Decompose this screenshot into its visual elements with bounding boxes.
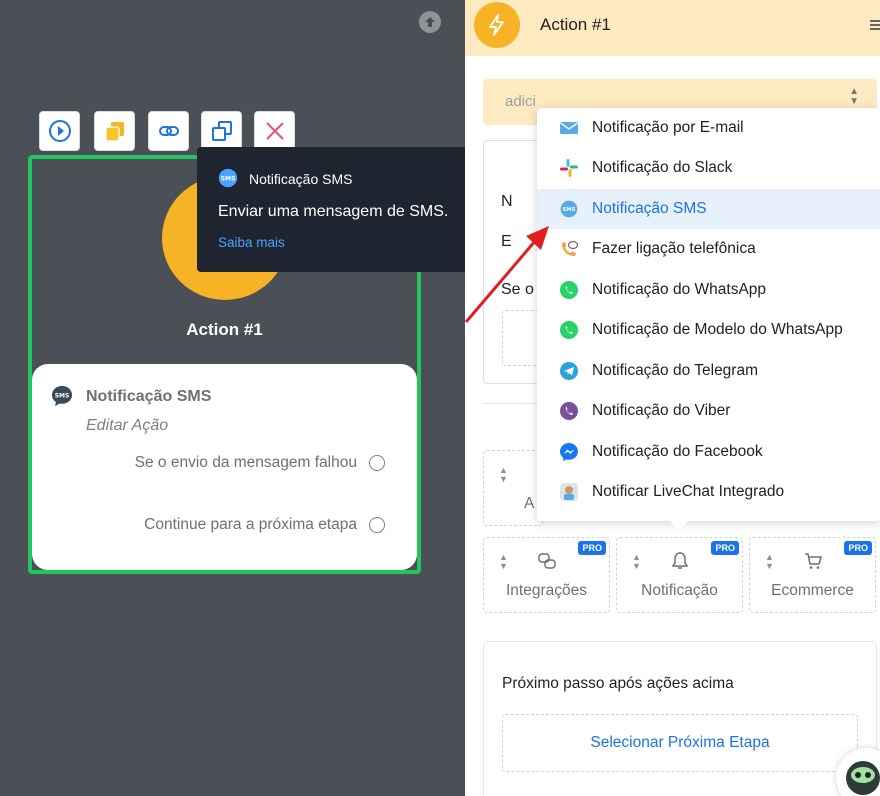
panel-title: Action #1 xyxy=(540,15,611,34)
dropdown-item-whatsapp[interactable]: Notificação do WhatsApp xyxy=(537,270,880,310)
dropdown-item-label: Notificação por E-mail xyxy=(592,119,744,136)
card-title: Notificação SMS xyxy=(86,388,212,405)
action-tile[interactable]: ▲ ▼ A xyxy=(483,450,543,526)
edit-action-link[interactable]: Editar Ação xyxy=(86,417,168,435)
telegram-icon xyxy=(559,361,579,381)
drag-handle-icon[interactable]: ▲ ▼ xyxy=(499,553,508,571)
viber-icon xyxy=(559,401,579,421)
dropdown-item-telegram[interactable]: Notificação do Telegram xyxy=(537,351,880,391)
failure-connector[interactable] xyxy=(369,455,385,471)
integrations-tile[interactable]: ▲ ▼ PRO Integrações xyxy=(483,537,610,613)
select-next-step-button[interactable]: Selecionar Próxima Etapa xyxy=(502,714,858,772)
close-icon xyxy=(265,122,284,140)
hidden-text: N xyxy=(501,193,513,210)
dropdown-item-label: Notificar LiveChat Integrado xyxy=(592,483,785,500)
flow-canvas[interactable]: Action #1 SMS Notificação SMS Editar Açã… xyxy=(0,0,523,796)
divider xyxy=(483,403,543,404)
livechat-icon xyxy=(559,482,579,502)
lightning-icon xyxy=(474,2,520,48)
action-card[interactable]: SMS Notificação SMS Editar Ação Se o env… xyxy=(32,364,417,570)
tile-label: Integrações xyxy=(506,582,587,599)
dropdown-item-slack[interactable]: Notificação do Slack xyxy=(537,148,880,188)
dropdown-item-label: Notificação do Viber xyxy=(592,402,731,419)
failure-output[interactable]: Se o envio da mensagem falhou xyxy=(135,454,385,472)
node-title: Action #1 xyxy=(186,320,263,339)
dropdown-item-label: Notificação do Facebook xyxy=(592,443,763,460)
dropdown-item-label: Notificação do Telegram xyxy=(592,362,758,379)
link-icon xyxy=(158,126,179,136)
whatsapp-icon xyxy=(559,320,579,340)
next-step-section: Próximo passo após ações acima Seleciona… xyxy=(483,641,877,796)
menu-icon[interactable] xyxy=(870,18,880,37)
delete-button[interactable] xyxy=(254,111,295,151)
whatsapp-icon xyxy=(559,280,579,300)
phone-icon xyxy=(559,239,579,259)
drag-handle-icon[interactable]: ▲ ▼ xyxy=(499,466,508,484)
drag-handle-icon[interactable]: ▲ ▼ xyxy=(765,553,774,571)
select-placeholder: adici xyxy=(505,93,536,110)
scroll-top-icon[interactable] xyxy=(419,11,441,33)
dropdown-item-livechat[interactable]: Notificar LiveChat Integrado xyxy=(537,472,880,512)
next-output[interactable]: Continue para a próxima etapa xyxy=(144,516,385,534)
dropdown-item-viber[interactable]: Notificação do Viber xyxy=(537,391,880,431)
next-output-label: Continue para a próxima etapa xyxy=(144,516,357,533)
bell-icon xyxy=(670,551,690,576)
dropdown-item-sms[interactable]: SMS Notificação SMS xyxy=(537,189,880,229)
cart-icon xyxy=(803,551,823,576)
svg-text:SMS: SMS xyxy=(221,175,235,182)
pro-badge: PRO xyxy=(844,541,872,555)
action-type-dropdown[interactable]: Notificação por E-mail Notificação do Sl… xyxy=(537,108,880,531)
hidden-text: A xyxy=(524,495,535,512)
dropdown-item-label: Fazer ligação telefônica xyxy=(592,240,756,257)
failure-output-label: Se o envio da mensagem falhou xyxy=(134,454,357,471)
sms-icon: SMS xyxy=(217,167,239,194)
svg-text:SMS: SMS xyxy=(562,207,575,213)
play-button[interactable] xyxy=(39,111,80,151)
dropdown-item-facebook[interactable]: Notificação do Facebook xyxy=(537,432,880,472)
dropdown-item-email[interactable]: Notificação por E-mail xyxy=(537,108,880,148)
dropdown-item-label: Notificação de Modelo do WhatsApp xyxy=(592,321,843,338)
tooltip-title: Notificação SMS xyxy=(249,171,353,187)
tooltip-description: Enviar uma mensagem de SMS. xyxy=(218,203,449,220)
dropdown-item-label: Notificação do Slack xyxy=(592,159,733,176)
duplicate-icon xyxy=(211,121,232,141)
link-button[interactable] xyxy=(148,111,189,151)
dropdown-item-label: Notificação do WhatsApp xyxy=(592,281,767,298)
sms-icon: SMS xyxy=(559,199,579,219)
dropdown-item-phone-call[interactable]: Fazer ligação telefônica xyxy=(537,229,880,269)
messenger-icon xyxy=(559,442,579,462)
duplicate-button[interactable] xyxy=(201,111,242,151)
copy-icon xyxy=(104,122,124,142)
select-arrows-icon: ▲ ▼ xyxy=(849,86,859,107)
copy-button[interactable] xyxy=(94,111,135,151)
next-step-label: Próximo passo após ações acima xyxy=(502,675,734,692)
sms-icon: SMS xyxy=(50,384,74,413)
hidden-text: Se o xyxy=(501,281,534,298)
svg-text:SMS: SMS xyxy=(55,393,70,400)
pro-badge: PRO xyxy=(711,541,739,555)
dropdown-item-label: Notificação SMS xyxy=(592,200,707,217)
drop-zone[interactable] xyxy=(502,310,542,366)
drag-handle-icon[interactable]: ▲ ▼ xyxy=(632,553,641,571)
email-icon xyxy=(559,118,579,138)
pro-badge: PRO xyxy=(578,541,606,555)
hidden-text: E xyxy=(501,233,512,250)
tile-label: Ecommerce xyxy=(771,582,854,599)
tile-label: Notificação xyxy=(641,582,718,599)
panel-header: Action #1 xyxy=(465,0,880,56)
learn-more-link[interactable]: Saiba mais xyxy=(218,235,285,250)
play-icon xyxy=(48,120,71,142)
integrations-icon xyxy=(537,551,557,576)
slack-icon xyxy=(559,158,579,178)
next-connector[interactable] xyxy=(369,517,385,533)
ecommerce-tile[interactable]: ▲ ▼ PRO Ecommerce xyxy=(749,537,876,613)
dropdown-item-whatsapp-template[interactable]: Notificação de Modelo do WhatsApp xyxy=(537,310,880,350)
notification-tile[interactable]: ▲ ▼ PRO Notificação xyxy=(616,537,743,613)
